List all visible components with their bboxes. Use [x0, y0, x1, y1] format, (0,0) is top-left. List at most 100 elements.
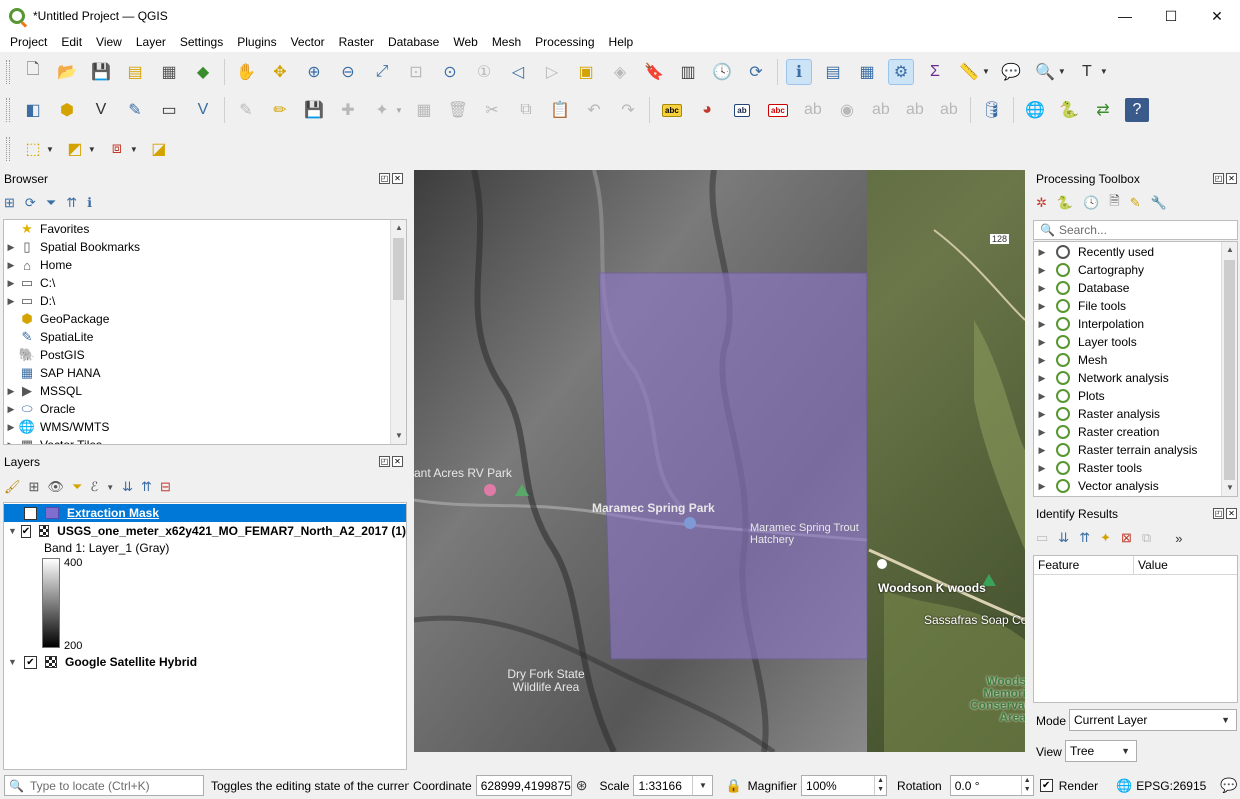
menu-edit[interactable]: Edit	[54, 35, 89, 49]
layout-manager-icon[interactable]: ▦	[157, 60, 181, 84]
scroll-down-icon[interactable]: ▼	[391, 428, 406, 444]
processing-item[interactable]: ▶ Interpolation	[1034, 315, 1237, 333]
view-select[interactable]: Tree ▼	[1065, 740, 1137, 762]
toolbar-grip[interactable]	[6, 137, 10, 161]
zoom-next-icon[interactable]: ▷	[540, 60, 564, 84]
new-virtual-layer-icon[interactable]: V	[191, 98, 215, 122]
close-panel-icon[interactable]: ✕	[392, 173, 403, 184]
browser-item[interactable]: ▶ ⌂ Home	[4, 256, 406, 274]
crs-globe-icon[interactable]: 🌐	[1116, 778, 1132, 794]
identify-results-table[interactable]: Feature Value	[1033, 555, 1238, 703]
browser-item[interactable]: ★ Favorites	[4, 220, 406, 238]
new-geopackage-layer-icon[interactable]: ⬢	[55, 98, 79, 122]
collapse-all-icon[interactable]: ⇈	[141, 479, 152, 495]
refresh-icon[interactable]: ⟳	[744, 60, 768, 84]
current-edits-icon[interactable]: ✎	[234, 98, 258, 122]
browser-item[interactable]: ▶ ▦ Vector Tiles	[4, 436, 406, 444]
metasearch-icon[interactable]: 🌐	[1023, 98, 1047, 122]
zoom-in-icon[interactable]: ⊕	[302, 60, 326, 84]
paste-features-icon[interactable]: 📋	[548, 98, 572, 122]
diagram-icon[interactable]: ◕	[695, 98, 719, 122]
menu-settings[interactable]: Settings	[173, 35, 230, 49]
mode-select[interactable]: Current Layer ▼	[1069, 709, 1237, 731]
add-feature-icon[interactable]: ✚	[336, 98, 360, 122]
layer-visibility-checkbox[interactable]: ✔	[24, 655, 37, 669]
zoom-full-icon[interactable]: ⤢	[370, 60, 394, 84]
copy-features-icon[interactable]: ⧉	[514, 98, 538, 122]
style-panel-icon[interactable]: 🖌	[4, 479, 21, 495]
close-panel-icon[interactable]: ✕	[1226, 508, 1237, 519]
remove-layer-icon[interactable]: ⊟	[160, 479, 171, 495]
delete-selected-icon[interactable]: 🗑	[446, 98, 470, 122]
processing-toolbox-icon[interactable]: ⚙	[888, 58, 914, 85]
attribute-table-icon[interactable]: ▤	[821, 60, 845, 84]
zoom-last-icon[interactable]: ◁	[506, 60, 530, 84]
browser-item[interactable]: ▦ SAP HANA	[4, 364, 406, 382]
scroll-down-icon[interactable]: ▼	[1222, 480, 1237, 496]
collapse-arrow-icon[interactable]: ▼	[8, 526, 21, 536]
rotation-spinbox[interactable]: 0.0 ° ▲ ▼	[949, 775, 1034, 796]
menu-help[interactable]: Help	[602, 35, 641, 49]
browser-item[interactable]: ✎ SpatiaLite	[4, 328, 406, 346]
expand-arrow-icon[interactable]: ▶	[1034, 319, 1050, 330]
history-icon[interactable]: 🕓	[1083, 195, 1099, 211]
processing-item[interactable]: ▶ Plots	[1034, 387, 1237, 405]
expand-arrow-icon[interactable]: ▶	[1034, 427, 1050, 438]
options-icon[interactable]: 🔧	[1151, 195, 1167, 211]
chevron-down-icon[interactable]: ▼	[46, 145, 54, 154]
layers-tree[interactable]: ✔ Extraction Mask ▼ ✔ USGS_one_meter_x62…	[3, 502, 407, 770]
processing-item[interactable]: ▶ Raster tools	[1034, 459, 1237, 477]
locator-settings-icon[interactable]: 🔍	[1033, 60, 1057, 84]
layer-visibility-checkbox[interactable]: ✔	[20, 524, 32, 538]
scale-combo[interactable]: 1:33166 ▼	[633, 775, 714, 796]
help-icon[interactable]: ?	[1124, 98, 1149, 122]
processing-item[interactable]: ▶ Mesh	[1034, 351, 1237, 369]
cut-features-icon[interactable]: ✂	[480, 98, 504, 122]
expand-arrow-icon[interactable]: ▶	[1034, 337, 1050, 348]
expand-tree-icon[interactable]: ⇊	[1058, 530, 1069, 546]
chevron-down-icon[interactable]: ▼	[130, 145, 138, 154]
menu-project[interactable]: Project	[3, 35, 54, 49]
column-header-value[interactable]: Value	[1134, 556, 1237, 574]
toggle-editing-icon[interactable]: ✏	[268, 98, 292, 122]
select-by-expression-icon[interactable]: ◩	[63, 137, 87, 161]
close-button[interactable]: ✕	[1194, 0, 1240, 32]
map-tips-icon[interactable]: 💬	[999, 60, 1023, 84]
browser-item[interactable]: ▶ ▭ C:\	[4, 274, 406, 292]
crs-button[interactable]: EPSG:26915	[1136, 779, 1206, 793]
data-source-manager-icon[interactable]: ◧	[21, 98, 45, 122]
close-panel-icon[interactable]: ✕	[392, 456, 403, 467]
expand-arrow-icon[interactable]: ▶	[1034, 409, 1050, 420]
modify-attributes-icon[interactable]: ▦	[412, 98, 436, 122]
menu-vector[interactable]: Vector	[284, 35, 332, 49]
browser-item[interactable]: ⬢ GeoPackage	[4, 310, 406, 328]
models-icon[interactable]: ✲	[1036, 195, 1047, 211]
float-panel-icon[interactable]: ◰	[1213, 173, 1224, 184]
lock-scale-icon[interactable]: 🔒	[725, 778, 741, 794]
processing-item[interactable]: ▶ Raster analysis	[1034, 405, 1237, 423]
processing-item[interactable]: ▶ Vector analysis	[1034, 477, 1237, 495]
scroll-thumb[interactable]	[1224, 260, 1235, 480]
plugin-reloader-icon[interactable]: ⇄	[1091, 98, 1115, 122]
zoom-to-selection-icon[interactable]: ⊡	[404, 60, 428, 84]
scroll-up-icon[interactable]: ▲	[391, 220, 406, 236]
pan-icon[interactable]: ✋	[234, 60, 258, 84]
toolbar-grip[interactable]	[6, 59, 10, 84]
select-features-icon[interactable]: ⬚	[21, 137, 45, 161]
new-shapefile-layer-icon[interactable]: V	[89, 98, 113, 122]
float-panel-icon[interactable]: ◰	[1213, 508, 1224, 519]
maximize-button[interactable]: ☐	[1148, 0, 1194, 32]
field-calculator-icon[interactable]: ▦	[855, 60, 879, 84]
new-print-layout-icon[interactable]: ▤	[123, 60, 147, 84]
open-form-icon[interactable]: ▭	[1036, 530, 1048, 546]
expand-arrow-icon[interactable]: ▶	[1034, 445, 1050, 456]
highlight-pinned-labels-icon[interactable]: ab	[801, 98, 825, 122]
browser-item[interactable]: ▶ ▶ MSSQL	[4, 382, 406, 400]
expand-arrow-icon[interactable]: ▶	[1034, 355, 1050, 366]
redo-icon[interactable]: ↷	[616, 98, 640, 122]
measure-line-icon[interactable]: 📏	[957, 60, 981, 84]
float-panel-icon[interactable]: ◰	[379, 173, 390, 184]
processing-item[interactable]: ▶ Raster terrain analysis	[1034, 441, 1237, 459]
info-icon[interactable]: ℹ	[87, 195, 92, 211]
menu-raster[interactable]: Raster	[332, 35, 381, 49]
